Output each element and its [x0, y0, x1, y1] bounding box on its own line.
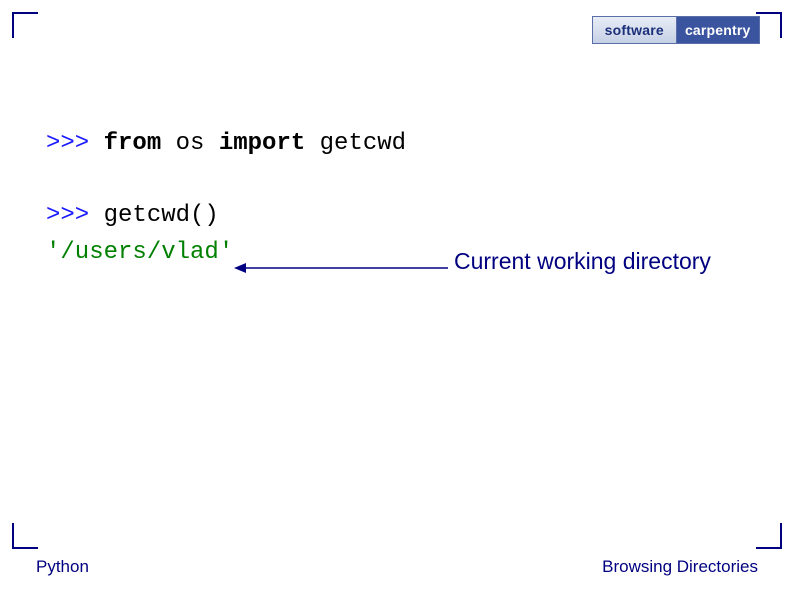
corner-bracket-bottom-right — [756, 523, 782, 549]
code-block: >>> from os import getcwd >>> getcwd() '… — [46, 128, 406, 273]
code-line-import: >>> from os import getcwd — [46, 128, 406, 160]
code-line-call: >>> getcwd() — [46, 200, 406, 232]
repl-prompt: >>> — [46, 202, 104, 229]
repl-output: '/users/vlad' — [46, 239, 233, 266]
code-text: getcwd() — [104, 202, 219, 229]
repl-prompt: >>> — [46, 130, 104, 157]
footer-right: Browsing Directories — [602, 557, 758, 577]
annotation-arrow-icon — [234, 261, 448, 275]
logo-left-text: software — [593, 17, 677, 43]
footer-left: Python — [36, 557, 89, 577]
corner-bracket-bottom-left — [12, 523, 38, 549]
annotation-label: Current working directory — [454, 248, 711, 275]
code-text: getcwd — [305, 130, 406, 157]
code-text: os — [161, 130, 219, 157]
keyword-import: import — [219, 130, 305, 157]
software-carpentry-logo: software carpentry — [592, 16, 760, 44]
blank-line — [46, 164, 406, 200]
corner-bracket-top-left — [12, 12, 38, 38]
slide: software carpentry >>> from os import ge… — [0, 0, 794, 595]
keyword-from: from — [104, 130, 162, 157]
logo-right-text: carpentry — [677, 17, 760, 43]
